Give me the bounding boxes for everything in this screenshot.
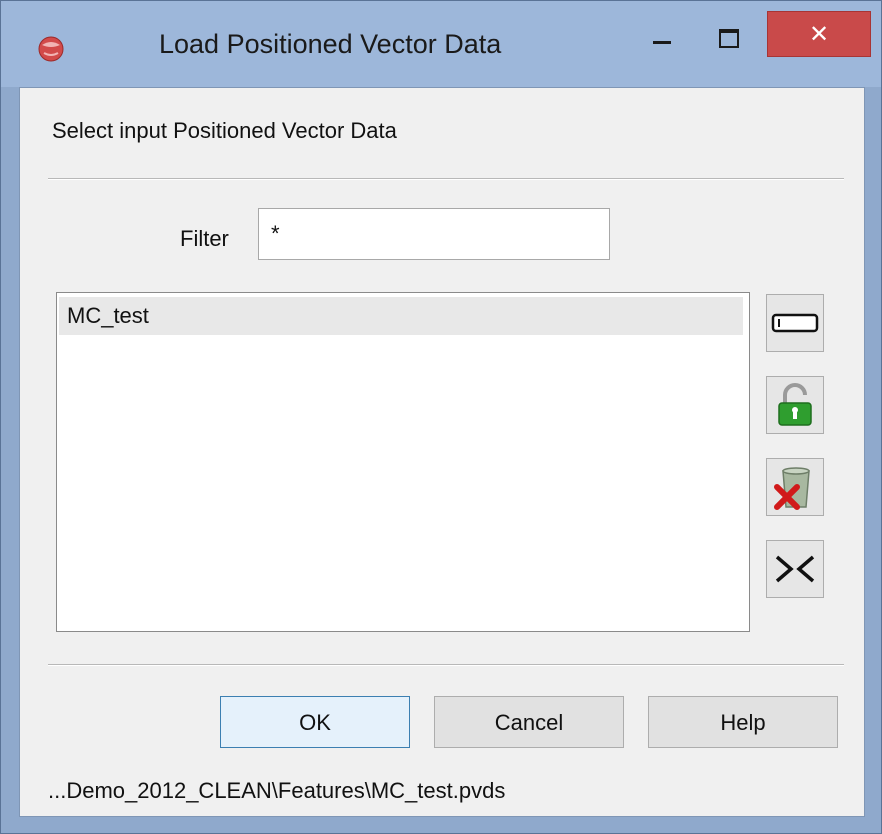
rename-button[interactable] [766, 294, 824, 352]
top-divider [48, 178, 844, 180]
instruction-text: Select input Positioned Vector Data [52, 118, 397, 143]
collapse-arrows-icon [775, 555, 815, 583]
bottom-divider [48, 664, 844, 666]
vector-data-list[interactable]: MC_test [56, 292, 750, 632]
help-button[interactable]: Help [648, 696, 838, 748]
filter-input[interactable] [258, 208, 610, 260]
maximize-button[interactable] [697, 15, 763, 65]
window-title: Load Positioned Vector Data [159, 29, 502, 59]
list-item[interactable]: MC_test [59, 297, 743, 335]
file-path-status: ...Demo_2012_CLEAN\Features\MC_test.pvds [48, 778, 506, 803]
filter-label: Filter [180, 226, 229, 251]
unlock-button[interactable] [766, 376, 824, 434]
delete-button[interactable] [766, 458, 824, 516]
collapse-button[interactable] [766, 540, 824, 598]
minimize-button[interactable] [629, 15, 695, 65]
ok-button[interactable]: OK [220, 696, 410, 748]
cancel-button[interactable]: Cancel [434, 696, 624, 748]
rename-field-icon [771, 313, 819, 333]
delete-trash-icon [774, 467, 810, 510]
dialog-body: Select input Positioned Vector Data Filt… [19, 87, 865, 817]
dialog-window: Load Positioned Vector Data ✕ Select inp… [0, 0, 882, 834]
unlock-padlock-icon [778, 383, 812, 426]
close-button[interactable]: ✕ [767, 11, 871, 57]
title-bar[interactable]: Load Positioned Vector Data ✕ [1, 1, 881, 87]
red-globe-icon [38, 36, 64, 62]
